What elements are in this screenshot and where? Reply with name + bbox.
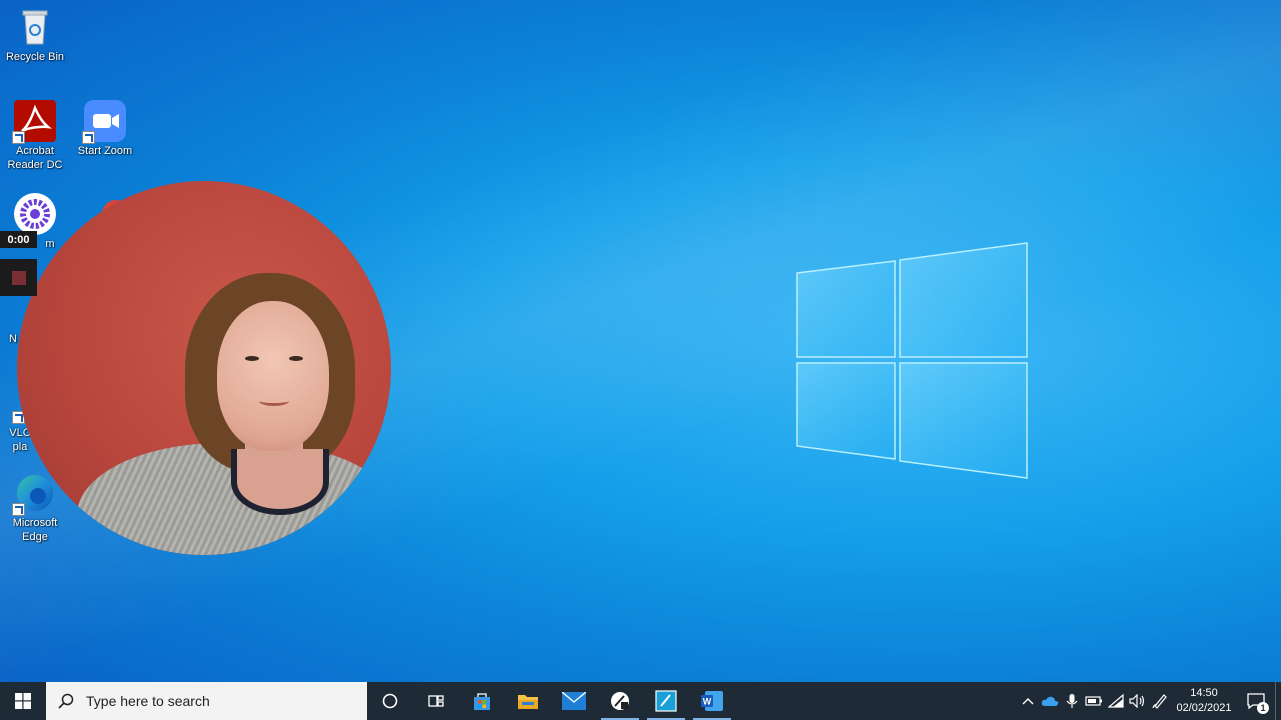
zoom-icon [82, 100, 126, 144]
taskbar: W 14:50 02/02/2021 1 [0, 682, 1281, 720]
taskbar-app-store[interactable] [459, 682, 505, 720]
search-input[interactable] [84, 692, 348, 710]
desktop-icon-acrobat[interactable]: Acrobat Reader DC [0, 100, 70, 172]
store-icon [474, 693, 490, 710]
shortcut-arrow-icon [82, 131, 95, 144]
acrobat-label: Acrobat Reader DC [7, 145, 63, 171]
cortana-button[interactable] [367, 682, 413, 720]
recycle-bin-icon [14, 6, 56, 48]
shortcut-arrow-icon [12, 503, 25, 516]
system-tray: 14:50 02/02/2021 1 [1017, 682, 1281, 720]
onedrive-tray-button[interactable] [1039, 682, 1061, 720]
desktop-icon-start-zoom[interactable]: Start Zoom [70, 100, 140, 158]
shortcut-arrow-icon [12, 131, 25, 144]
person-left-eye [245, 356, 259, 361]
task-view-button[interactable] [413, 682, 459, 720]
battery-tray-button[interactable] [1083, 682, 1105, 720]
taskbar-clock[interactable]: 14:50 02/02/2021 [1171, 686, 1237, 716]
taskbar-search-box[interactable] [46, 682, 367, 720]
onedrive-icon [1041, 696, 1059, 706]
show-hidden-icons-button[interactable] [1017, 682, 1039, 720]
webcam-overlay[interactable] [17, 181, 391, 555]
start-button[interactable] [0, 682, 46, 720]
battery-charging-icon [1085, 696, 1102, 706]
desktop-icon-recycle-bin[interactable]: Recycle Bin [0, 6, 70, 64]
show-desktop-button[interactable] [1275, 682, 1281, 720]
taskbar-app-word[interactable]: W [689, 682, 735, 720]
notification-count-badge: 1 [1257, 702, 1269, 714]
chevron-up-icon [1022, 698, 1034, 705]
edge-icon [12, 472, 56, 516]
stop-recording-button[interactable] [0, 259, 37, 296]
windows-start-icon [15, 693, 31, 709]
app-flower-icon [14, 193, 56, 235]
start-zoom-label: Start Zoom [77, 145, 133, 157]
pen-tray-button[interactable] [1149, 682, 1171, 720]
windows-logo-wallpaper [796, 242, 1028, 479]
mail-icon [562, 692, 586, 710]
taskbar-app-snipping[interactable] [597, 682, 643, 720]
person-right-eye [289, 356, 303, 361]
cortana-icon [382, 693, 398, 709]
recycle-bin-label: Recycle Bin [5, 51, 65, 63]
recording-timer: 0:00 [0, 231, 37, 248]
taskbar-app-file-explorer[interactable] [505, 682, 551, 720]
edge-label: Microsoft Edge [12, 517, 58, 543]
action-center-button[interactable]: 1 [1237, 682, 1275, 720]
wifi-tray-button[interactable] [1105, 682, 1127, 720]
taskbar-app-notepad[interactable] [643, 682, 689, 720]
task-view-icon [428, 695, 444, 707]
search-icon [58, 693, 74, 709]
file-explorer-icon [518, 695, 538, 709]
microphone-tray-button[interactable] [1061, 682, 1083, 720]
word-icon: W [701, 691, 723, 711]
clock-time: 14:50 [1190, 687, 1218, 699]
clock-date: 02/02/2021 [1176, 702, 1232, 714]
taskbar-app-mail[interactable] [551, 682, 597, 720]
microphone-icon [1066, 694, 1078, 708]
person-mouth [259, 396, 289, 406]
stop-icon [11, 270, 26, 285]
wifi-icon [1108, 694, 1124, 708]
notepad-icon [655, 690, 677, 712]
snipping-icon [611, 692, 629, 710]
pen-workspace-icon [1152, 694, 1167, 709]
person-collar [231, 449, 329, 515]
volume-tray-button[interactable] [1127, 682, 1149, 720]
svg-text:W: W [703, 697, 712, 707]
acrobat-icon [12, 100, 56, 144]
volume-icon [1129, 694, 1145, 708]
person-face [217, 301, 329, 451]
